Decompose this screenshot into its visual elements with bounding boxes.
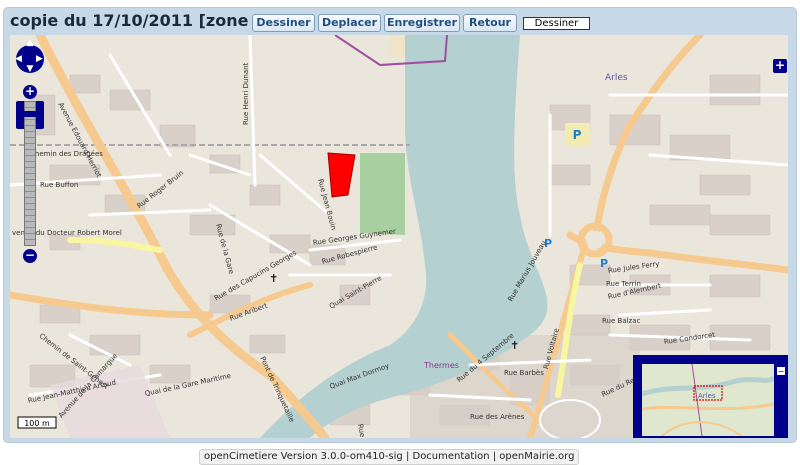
footer-bar: openCimetiere Version 3.0.0-om410-sig | … [199, 449, 580, 465]
zoom-slider-handle[interactable] [22, 111, 38, 117]
pan-left-icon[interactable]: ◀ [15, 54, 24, 64]
street-label: Rue Henri Dunant [242, 62, 250, 125]
save-button[interactable]: Enregistrer [384, 14, 460, 32]
overview-map[interactable]: Arles [633, 355, 788, 438]
street-label: Rue Terrin [606, 280, 641, 288]
scale-label: 100 m [24, 419, 50, 428]
place-label: Arles [605, 73, 628, 83]
back-button[interactable]: Retour [463, 14, 517, 32]
mode-indicator: Dessiner [523, 17, 590, 30]
street-label: Rue des Arènes [470, 413, 525, 421]
draw-button[interactable]: Dessiner [252, 14, 315, 32]
map-viewport[interactable]: P P P 100 m Arles Thermes Avenue Edouard… [10, 35, 788, 438]
move-button[interactable]: Deplacer [318, 14, 381, 32]
parking-label-1: P [573, 128, 582, 142]
zoom-in-icon[interactable]: + [23, 85, 37, 99]
pan-down-icon[interactable]: ▼ [23, 65, 37, 74]
street-label: Rue Balzac [602, 317, 641, 325]
church-icon: ✝ [510, 339, 520, 352]
overview-place-label: Arles [698, 392, 716, 400]
zoom-out-icon[interactable]: − [23, 249, 37, 263]
pan-right-icon[interactable]: ▶ [36, 54, 45, 64]
layer-switcher-icon[interactable]: + [773, 59, 787, 73]
overview-map-tiles: Arles [642, 364, 774, 436]
overview-toggle-icon[interactable]: − [776, 366, 786, 376]
church-icon: ✝ [269, 272, 279, 285]
pan-up-icon[interactable]: ▲ [23, 39, 37, 48]
page-title: copie du 17/10/2011 [zone 1] [10, 11, 273, 30]
place-label: Thermes [424, 361, 459, 370]
zoom-slider-track[interactable] [24, 101, 36, 246]
street-label: Rue Barbès [504, 369, 544, 377]
